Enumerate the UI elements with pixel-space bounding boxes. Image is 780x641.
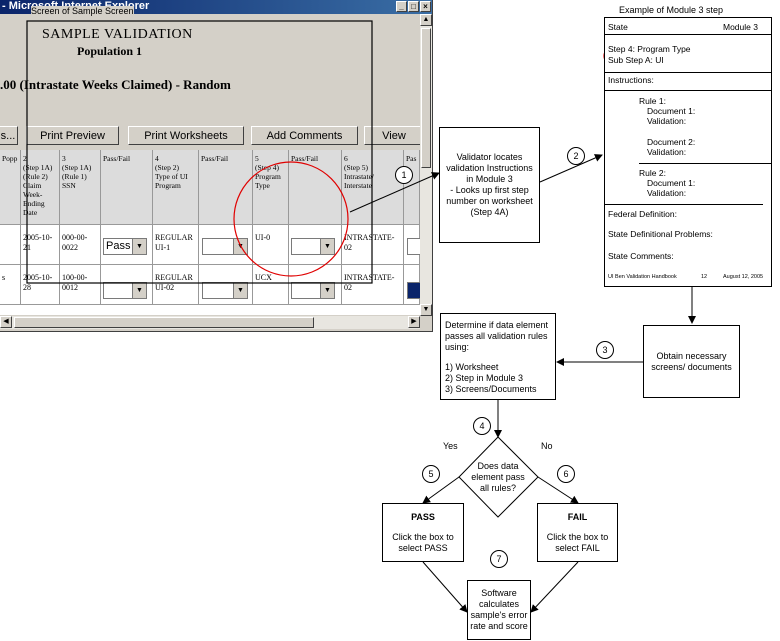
arrow-pass-software: [422, 561, 468, 613]
highlight-circle: [233, 161, 349, 277]
software-text: Software calculates sample's error rate …: [470, 588, 528, 631]
doc-validation2: Validation:: [647, 147, 687, 157]
doc-footer-page: 12: [701, 274, 708, 280]
pass-text: Click the box to select PASS: [392, 531, 454, 553]
locate-instructions-text: Validator locates validation Instruction…: [446, 152, 533, 217]
step-number-7: 7: [490, 550, 508, 568]
divider: [605, 204, 763, 205]
step-number-1: 1: [395, 166, 413, 184]
doc-footer-left: UI Ben Validation Handbook: [608, 274, 677, 280]
fail-box: FAIL Click the box to select FAIL: [537, 503, 618, 562]
doc-validation1b: Validation:: [647, 188, 687, 198]
doc-rule1: Rule 1:: [639, 96, 666, 106]
step-number-5: 5: [422, 465, 440, 483]
overlay-frame: [26, 20, 373, 284]
step-number-3: 3: [596, 341, 614, 359]
doc-step: Step 4: Program Type: [608, 44, 691, 54]
doc-module: Module 3: [723, 22, 758, 32]
step-number-2: 2: [567, 147, 585, 165]
fail-text: Click the box to select FAIL: [546, 531, 609, 553]
divider: [639, 163, 771, 164]
doc-definitional-problems: State Definitional Problems:: [608, 229, 713, 239]
doc-substep: Sub Step A: UI: [608, 55, 664, 65]
doc-comments: State Comments:: [608, 251, 674, 261]
software-box: Software calculates sample's error rate …: [467, 580, 531, 640]
obtain-documents-text: Obtain necessary screens/ documents: [651, 350, 732, 372]
arrow-step1: [349, 172, 440, 213]
doc-document2: Document 2:: [647, 137, 696, 147]
determine-list: 1) Worksheet 2) Step in Module 3 3) Scre…: [445, 362, 537, 394]
pass-title: PASS: [411, 511, 435, 522]
yes-label: Yes: [443, 441, 458, 451]
doc-validation1: Validation:: [647, 116, 687, 126]
doc-document1: Document 1:: [647, 106, 696, 116]
locate-instructions-box: Validator locates validation Instruction…: [439, 127, 540, 243]
determine-text: Determine if data element passes all val…: [445, 320, 549, 352]
determine-box: Determine if data element passes all val…: [440, 313, 556, 400]
doc-document1b: Document 1:: [647, 178, 696, 188]
doc-caption: Example of Module 3 step: [619, 5, 724, 15]
pass-box: PASS Click the box to select PASS: [382, 503, 464, 562]
doc-footer-date: August 12, 2005: [723, 274, 764, 280]
divider: [605, 72, 771, 73]
arrow-no: [537, 476, 579, 504]
arrow-fail-software: [530, 561, 579, 613]
no-label: No: [541, 441, 553, 451]
doc-rule2: Rule 2:: [639, 168, 666, 178]
divider: [605, 34, 771, 35]
doc-instructions: Instructions:: [608, 75, 654, 85]
obtain-documents-box: Obtain necessary screens/ documents: [643, 325, 740, 398]
doc-federal-definition: Federal Definition:: [608, 209, 677, 219]
step-number-4: 4: [473, 417, 491, 435]
module-3-document: State Module 3 Step 4: Program Type Sub …: [604, 17, 772, 287]
step-number-6: 6: [557, 465, 575, 483]
divider: [605, 90, 771, 91]
doc-state: State: [608, 22, 628, 32]
fail-title: FAIL: [567, 511, 588, 522]
decision-text: Does data element pass all rules?: [471, 460, 525, 493]
